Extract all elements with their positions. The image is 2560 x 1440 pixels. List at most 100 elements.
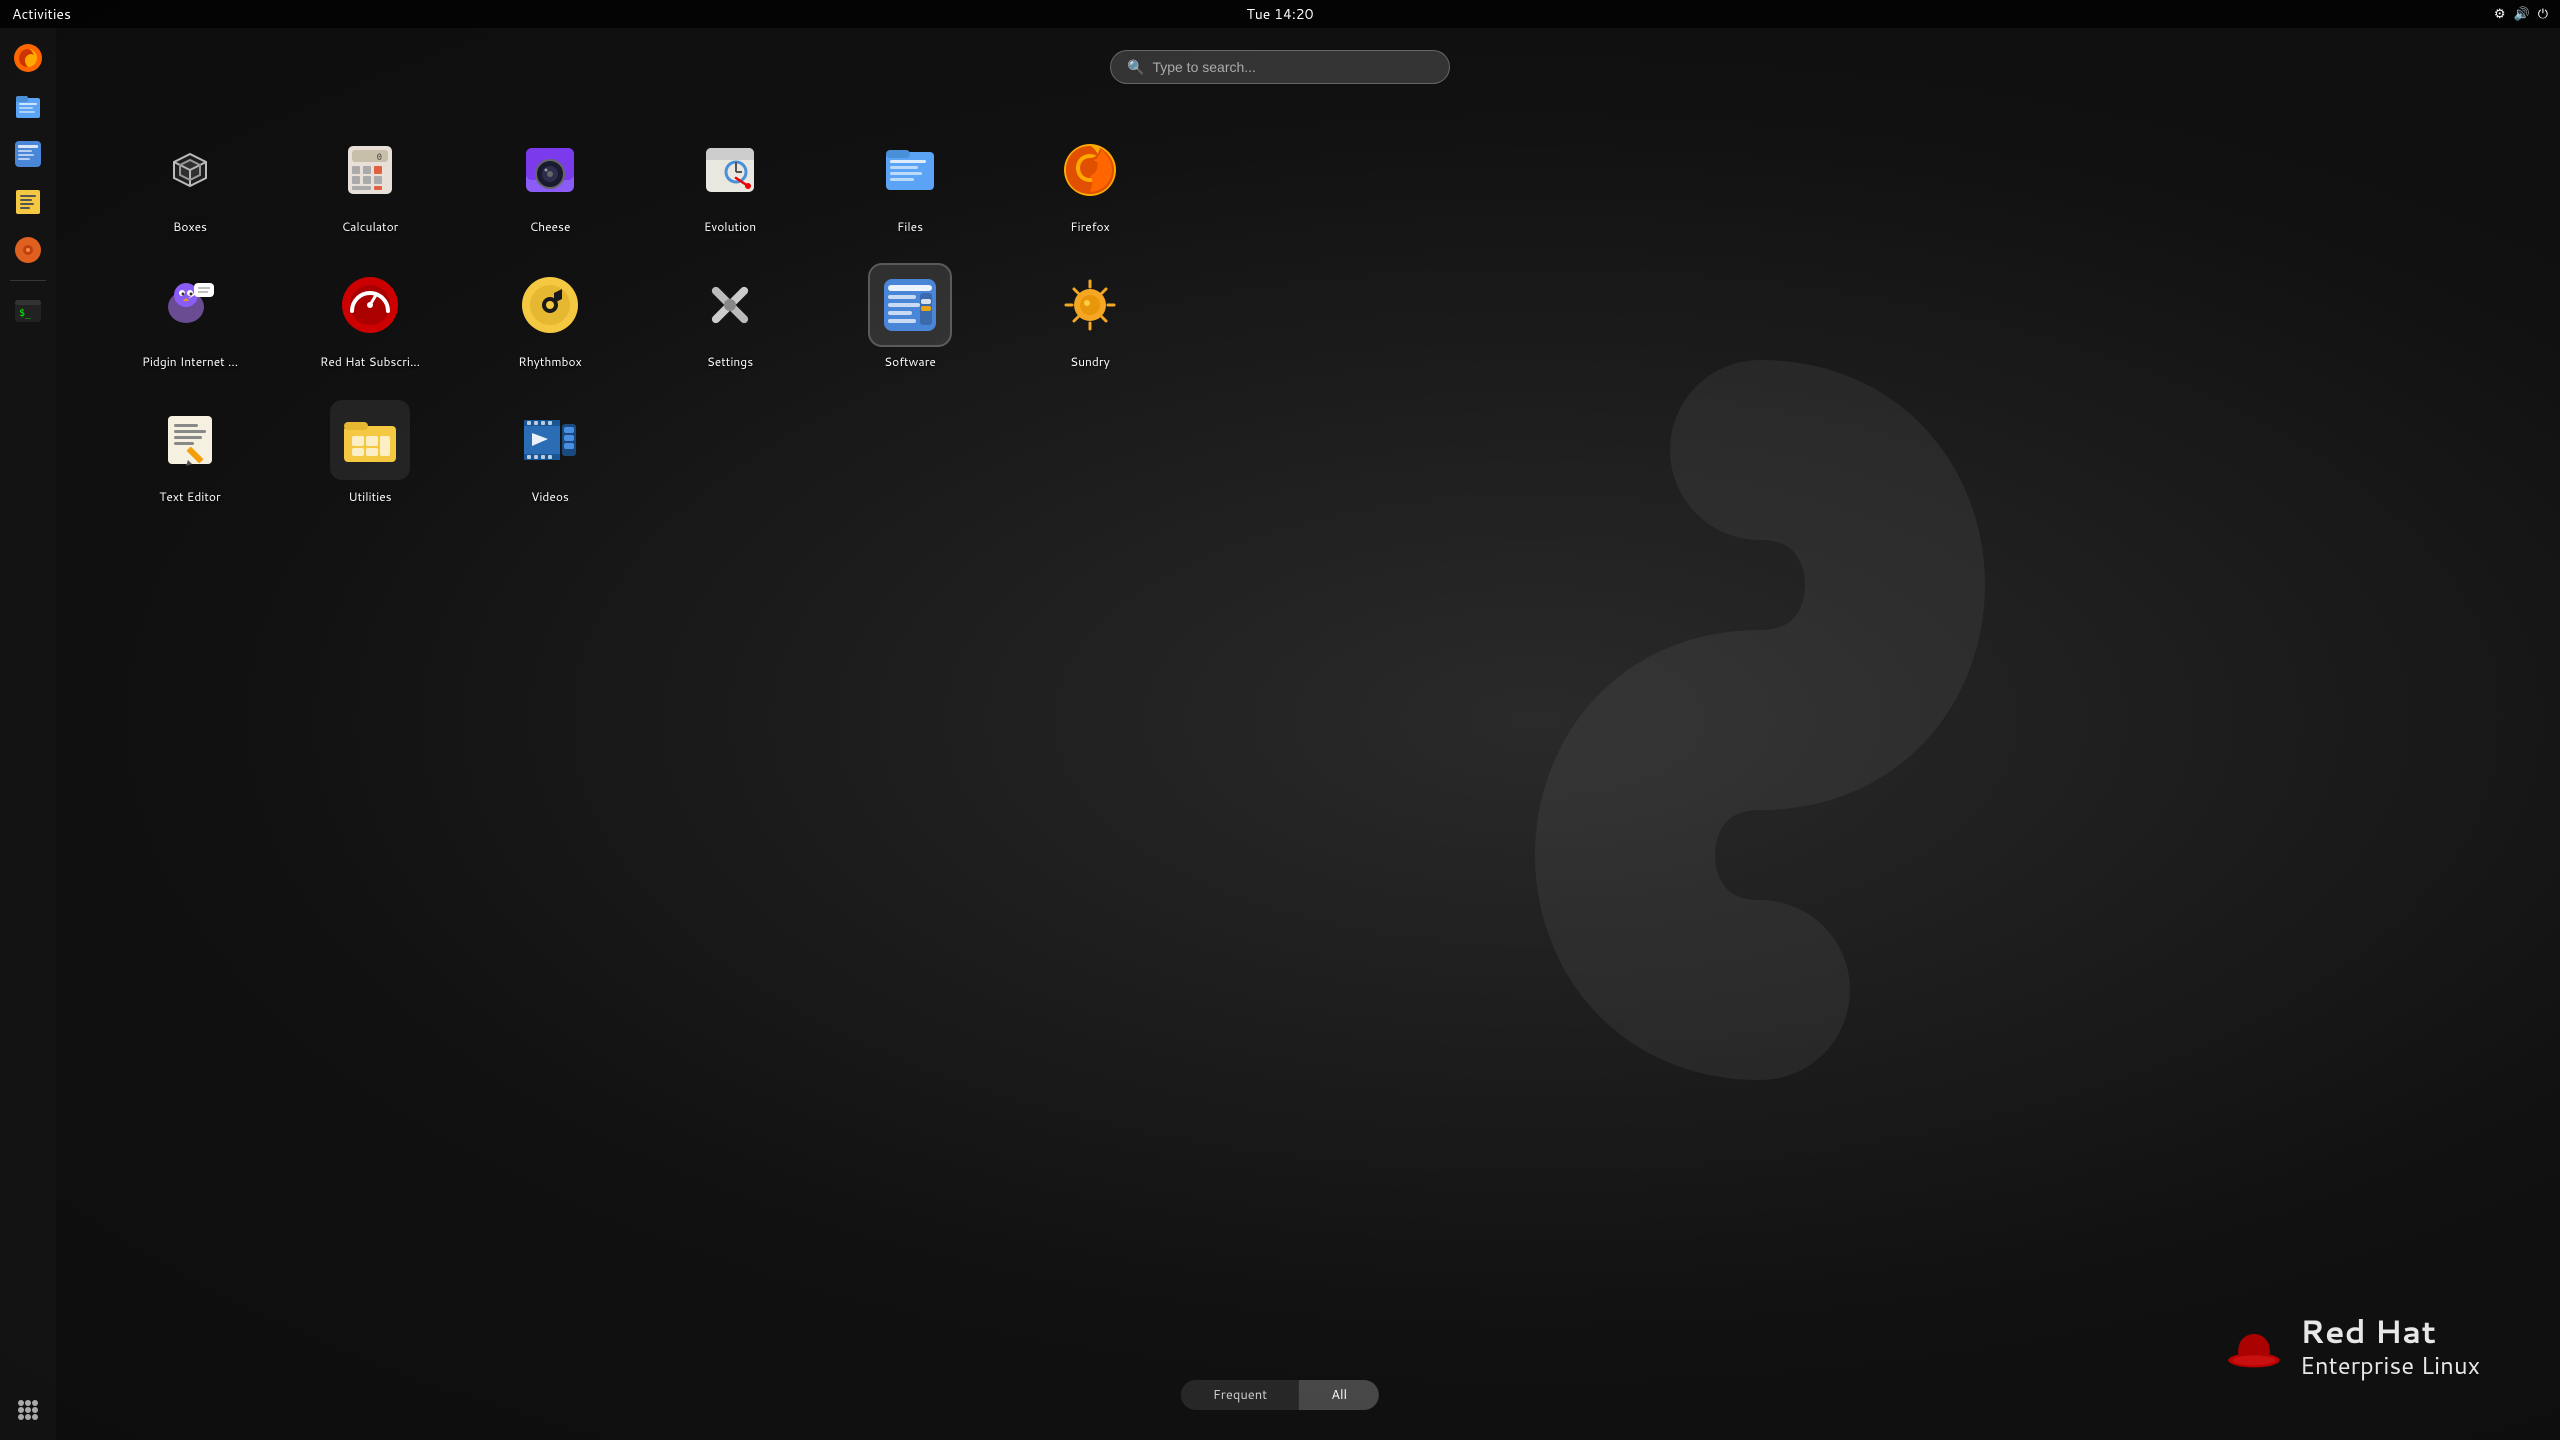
app-item-videos[interactable]: Videos bbox=[500, 400, 600, 505]
rhel-line1: Red Hat bbox=[2300, 1313, 2480, 1351]
calculator-icon: 0 bbox=[338, 138, 402, 202]
text-editor-icon-bg bbox=[150, 400, 230, 480]
software-icon bbox=[878, 273, 942, 337]
dock-item-software[interactable] bbox=[6, 132, 50, 176]
tab-frequent[interactable]: Frequent bbox=[1181, 1380, 1299, 1410]
pidgin-icon-bg bbox=[150, 265, 230, 345]
pidgin-icon bbox=[158, 273, 222, 337]
app-grid: Boxes 0 Calculator bbox=[80, 110, 2560, 525]
search-input[interactable] bbox=[1152, 59, 1433, 75]
firefox-dock-icon bbox=[12, 42, 44, 74]
rhel-hat-icon bbox=[2224, 1321, 2284, 1371]
boxes-icon bbox=[158, 138, 222, 202]
app-item-rhythmbox[interactable]: Rhythmbox bbox=[500, 265, 600, 370]
software-dock-icon bbox=[12, 138, 44, 170]
utilities-icon-bg bbox=[330, 400, 410, 480]
app-row-3: Text Editor Utilities bbox=[140, 400, 2500, 505]
evolution-label: Evolution bbox=[704, 218, 756, 235]
app-item-redhat-subscri[interactable]: Red Hat Subscri... bbox=[320, 265, 420, 370]
settings-label: Settings bbox=[707, 353, 753, 370]
settings-icon bbox=[698, 273, 762, 337]
boxes-label: Boxes bbox=[173, 218, 207, 235]
videos-icon bbox=[518, 408, 582, 472]
boxes-icon-bg bbox=[150, 130, 230, 210]
rhythmbox-label: Rhythmbox bbox=[518, 353, 581, 370]
sundry-icon-bg bbox=[1050, 265, 1130, 345]
redhat-label: Red Hat Subscri... bbox=[320, 353, 420, 370]
rhel-logo: Red Hat Enterprise Linux bbox=[2224, 1313, 2480, 1380]
utilities-label: Utilities bbox=[348, 488, 391, 505]
volume-icon[interactable]: 🔊 bbox=[2514, 5, 2530, 23]
cheese-label: Cheese bbox=[530, 218, 571, 235]
app-item-calculator[interactable]: 0 Calculator bbox=[320, 130, 420, 235]
app-item-boxes[interactable]: Boxes bbox=[140, 130, 240, 235]
evolution-icon-bg bbox=[690, 130, 770, 210]
dock-item-terminal[interactable]: $_ bbox=[6, 289, 50, 333]
calculator-label: Calculator bbox=[342, 218, 399, 235]
rhythmbox-icon bbox=[518, 273, 582, 337]
rhel-logo-text: Red Hat Enterprise Linux bbox=[2300, 1313, 2480, 1380]
dock-item-files[interactable] bbox=[6, 84, 50, 128]
firefox-label: Firefox bbox=[1070, 218, 1110, 235]
search-bar-container: 🔍 bbox=[1110, 50, 1450, 84]
videos-label: Videos bbox=[531, 488, 569, 505]
app-item-sundry[interactable]: Sundry bbox=[1040, 265, 1140, 370]
topbar: Activities Tue 14:20 ⚙ 🔊 ⏻ bbox=[0, 0, 2560, 28]
dock-item-firefox[interactable] bbox=[6, 36, 50, 80]
sundry-icon bbox=[1058, 273, 1122, 337]
evolution-icon bbox=[698, 138, 762, 202]
calculator-icon-bg: 0 bbox=[330, 130, 410, 210]
rhel-line2: Enterprise Linux bbox=[2300, 1351, 2480, 1380]
redhat-icon bbox=[338, 273, 402, 337]
redhat-icon-bg bbox=[330, 265, 410, 345]
app-item-pidgin[interactable]: Pidgin Internet ... bbox=[140, 265, 240, 370]
notes-dock-icon bbox=[12, 186, 44, 218]
terminal-dock-icon: $_ bbox=[12, 295, 44, 327]
text-editor-label: Text Editor bbox=[159, 488, 220, 505]
videos-icon-bg bbox=[510, 400, 590, 480]
app-item-firefox[interactable]: Firefox bbox=[1040, 130, 1140, 235]
dock-item-appgrid[interactable] bbox=[6, 1388, 50, 1432]
app-item-text-editor[interactable]: Text Editor bbox=[140, 400, 240, 505]
disk-dock-icon bbox=[12, 234, 44, 266]
app-item-evolution[interactable]: Evolution bbox=[680, 130, 780, 235]
appgrid-dock-icon bbox=[12, 1394, 44, 1426]
sundry-label: Sundry bbox=[1070, 353, 1110, 370]
tab-all[interactable]: All bbox=[1299, 1380, 1379, 1410]
utilities-icon bbox=[338, 408, 402, 472]
network-icon[interactable]: ⚙ bbox=[2494, 5, 2506, 23]
cheese-icon-bg bbox=[510, 130, 590, 210]
clock: Tue 14:20 bbox=[1246, 4, 1313, 24]
app-item-cheese[interactable]: Cheese bbox=[500, 130, 600, 235]
text-editor-icon bbox=[158, 408, 222, 472]
software-icon-bg bbox=[870, 265, 950, 345]
pidgin-label: Pidgin Internet ... bbox=[142, 353, 238, 370]
app-item-software[interactable]: Software bbox=[860, 265, 960, 370]
dock-item-disk[interactable] bbox=[6, 228, 50, 272]
files-label: Files bbox=[897, 218, 923, 235]
app-item-utilities[interactable]: Utilities bbox=[320, 400, 420, 505]
bottom-tabs: Frequent All bbox=[1181, 1380, 1379, 1410]
files-dock-icon bbox=[12, 90, 44, 122]
topbar-right-icons: ⚙ 🔊 ⏻ bbox=[2494, 5, 2548, 23]
app-row-1: Boxes 0 Calculator bbox=[140, 130, 2500, 235]
dock-separator bbox=[10, 280, 46, 281]
app-row-2: Pidgin Internet ... Red Hat Subscri... bbox=[140, 265, 2500, 370]
rhythmbox-icon-bg bbox=[510, 265, 590, 345]
search-icon: 🔍 bbox=[1127, 57, 1144, 77]
settings-icon-bg bbox=[690, 265, 770, 345]
svg-text:0: 0 bbox=[377, 153, 382, 163]
app-item-files[interactable]: Files bbox=[860, 130, 960, 235]
cheese-icon bbox=[518, 138, 582, 202]
power-icon[interactable]: ⏻ bbox=[2538, 5, 2548, 23]
search-bar[interactable]: 🔍 bbox=[1110, 50, 1450, 84]
app-item-settings[interactable]: Settings bbox=[680, 265, 780, 370]
activities-button[interactable]: Activities bbox=[12, 4, 71, 24]
files-icon-bg bbox=[870, 130, 950, 210]
dock-item-notes[interactable] bbox=[6, 180, 50, 224]
firefox-icon-bg bbox=[1050, 130, 1130, 210]
firefox-icon bbox=[1058, 138, 1122, 202]
software-label: Software bbox=[884, 353, 936, 370]
svg-text:$_: $_ bbox=[19, 308, 32, 319]
files-icon bbox=[878, 138, 942, 202]
